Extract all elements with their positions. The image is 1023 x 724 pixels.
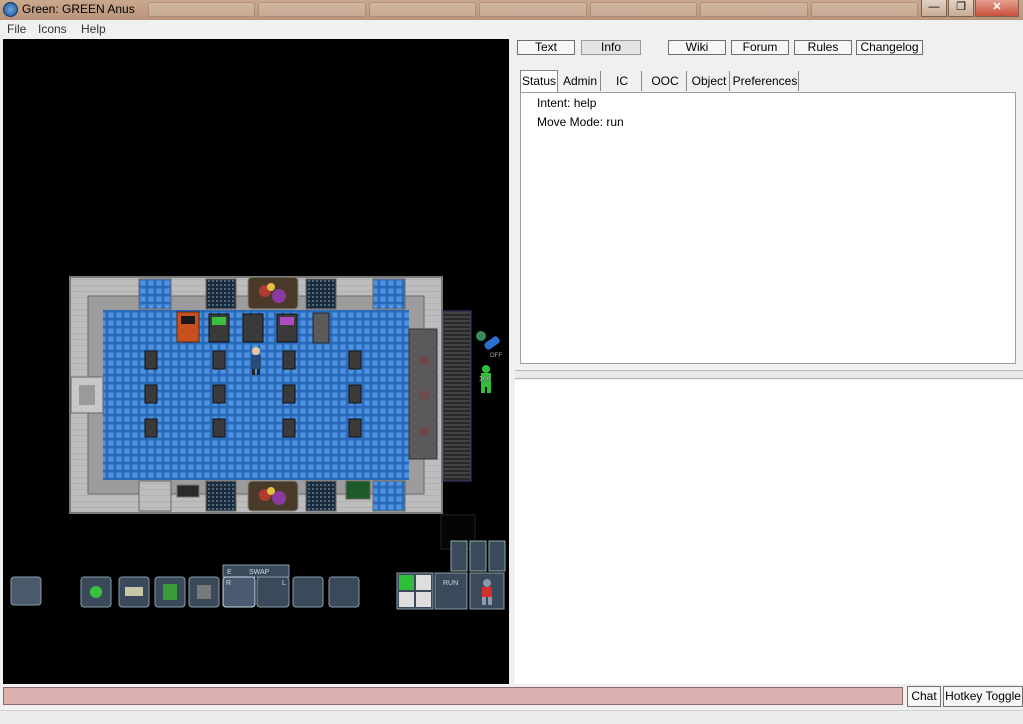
move-mode-status: Move Mode: run [537,115,624,129]
wall-locker[interactable] [312,312,330,344]
intent-status: Intent: help [537,96,597,110]
movement-intent-panel[interactable] [450,540,506,572]
hotkey-toggle-button[interactable]: Hotkey Toggle [943,686,1023,707]
title-bar: Green: GREEN Anus — ❐ ✕ [0,0,1023,20]
wall-console[interactable] [345,480,371,500]
vent-grille [205,278,237,310]
tab-object[interactable]: Object [689,71,730,91]
tab-admin[interactable]: Admin [560,71,601,91]
tab-preferences[interactable]: Preferences [732,71,799,91]
status-strip [0,710,1023,724]
svg-text:L: L [282,580,286,587]
wall-intercom[interactable] [176,484,200,498]
computer-console-dark[interactable] [242,313,264,343]
docking-rail [442,310,472,482]
pocket-slot-1[interactable] [292,576,324,608]
changelog-button[interactable]: Changelog [856,40,923,55]
app-globe-icon[interactable] [3,2,18,17]
menu-icons[interactable]: Icons [38,22,67,36]
menu-bar: File Icons Help [0,20,1023,39]
status-panel: Intent: help Move Mode: run [520,92,1016,364]
maximize-button[interactable]: ❐ [948,0,974,17]
game-map[interactable]: OFF 100 E SWAP R L RUN [3,39,509,684]
svg-text:E: E [227,569,232,576]
command-input[interactable] [3,687,903,705]
panel-divider[interactable] [515,370,1023,379]
internals-off-label: OFF [490,353,502,359]
svg-text:RUN: RUN [443,580,458,587]
menu-file[interactable]: File [7,22,26,36]
tab-ic[interactable]: IC [603,71,642,91]
background-tabs [148,2,918,17]
menu-help[interactable]: Help [81,22,106,36]
right-panel: Text Info Wiki Forum Rules Changelog Sta… [515,39,1023,684]
rules-button[interactable]: Rules [794,40,852,55]
internals-indicator[interactable] [476,331,501,351]
inventory-toggle-button[interactable] [10,576,42,606]
run-toggle-button[interactable] [434,572,468,610]
chat-output[interactable] [515,380,1023,684]
tab-status[interactable]: Status [520,70,558,93]
text-button[interactable]: Text [517,40,575,55]
svg-text:SWAP: SWAP [249,569,270,576]
close-button[interactable]: ✕ [975,0,1019,17]
chat-button[interactable]: Chat [907,686,941,707]
bottom-bar: Chat Hotkey Toggle [0,684,1023,724]
wiki-button[interactable]: Wiki [668,40,726,55]
health-value: 100 [479,376,491,383]
game-viewport[interactable]: OFF 100 E SWAP R L RUN [3,39,509,684]
window-title: Green: GREEN Anus [22,2,135,16]
minimize-button[interactable]: — [921,0,947,17]
svg-text:R: R [226,580,231,587]
tab-ooc[interactable]: OOC [644,71,687,91]
pocket-slot-2[interactable] [328,576,360,608]
forum-button[interactable]: Forum [731,40,789,55]
info-button[interactable]: Info [581,40,641,55]
